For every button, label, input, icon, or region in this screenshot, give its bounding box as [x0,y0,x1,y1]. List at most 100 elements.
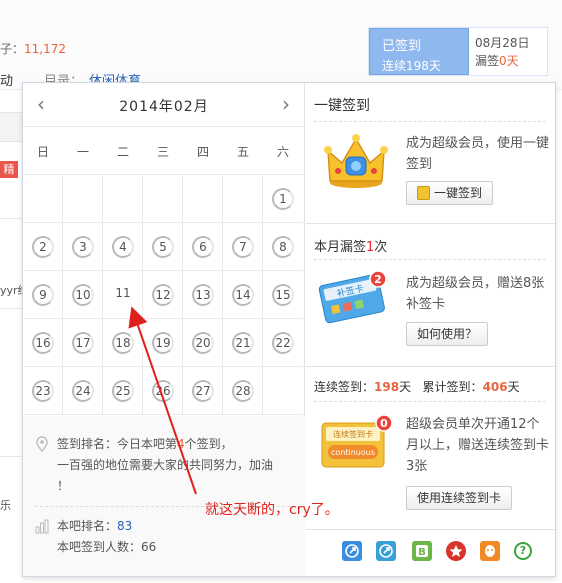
calendar-empty-cell [103,175,143,223]
divider [0,308,24,309]
makeup-card-icon: 补签卡 2 [318,269,392,325]
sign-side-panel: 一键签到 成为超级会员，使用一键签到 一键签到 本月漏签1次 补签卡 2 成为超… [306,83,555,576]
badge-icon[interactable]: B [412,541,432,561]
star-icon[interactable] [446,541,466,561]
today-date: 08月28日 [475,36,530,50]
post-count: 子：11,172 [0,42,67,56]
crown-icon [324,131,388,191]
signed-day-number: 3 [72,236,94,258]
calendar-day[interactable]: 26 [143,367,183,415]
toolbar-strip [0,112,24,142]
signed-day-number: 12 [152,284,174,306]
continuous-card-sub: continuous [331,448,375,457]
how-to-use-button[interactable]: 如何使用？ [406,322,489,346]
signed-day-number: 13 [192,284,214,306]
calendar-day[interactable]: 9 [23,271,63,319]
weekday-label: 三 [156,145,169,159]
calendar-day[interactable]: 8 [263,223,303,271]
calendar-day[interactable]: 3 [63,223,103,271]
signed-day-number: 7 [232,236,254,258]
divider [314,259,546,260]
calendar-day[interactable]: 11 [103,271,143,319]
signed-day-number: 14 [232,284,254,306]
signed-day-number: 23 [32,380,54,402]
calendar-header: ‹ 2014年02月 › [23,83,305,127]
sign-date: 08月28日 漏签0天 [475,34,530,70]
signed-day-number: 24 [72,380,94,402]
calendar-day[interactable]: 20 [183,319,223,367]
calendar-day[interactable]: 22 [263,319,303,367]
nav-fragment: 动 [0,74,14,89]
section-divider [306,223,555,224]
sync-icon[interactable] [376,541,396,561]
signed-day-number: 17 [72,332,94,354]
calendar-day[interactable]: 25 [103,367,143,415]
signed-day-number: 20 [192,332,214,354]
calendar-day[interactable]: 12 [143,271,183,319]
calendar-day[interactable]: 4 [103,223,143,271]
calendar-day[interactable]: 18 [103,319,143,367]
calendar-empty-cell [183,175,223,223]
signed-day-number: 9 [32,284,54,306]
tools-row: B ? [318,541,548,565]
calendar-day[interactable]: 5 [143,223,183,271]
one-click-title: 一键签到 [314,98,370,114]
next-month-button[interactable]: › [276,93,296,117]
signed-day-number: 16 [32,332,54,354]
continuous-card-icon: 连续签到卡 continuous 0 [320,413,393,473]
calendar-day[interactable]: 7 [223,223,263,271]
calendar-day[interactable]: 28 [223,367,263,415]
use-continuous-card-button[interactable]: 使用连续签到卡 [406,486,513,510]
calendar-day[interactable]: 24 [63,367,103,415]
signed-day-number: 26 [152,380,174,402]
calendar-day[interactable]: 21 [223,319,263,367]
share-icon[interactable] [342,541,362,561]
divider [314,401,546,402]
one-click-sign-button[interactable]: 一键签到 [406,181,494,205]
signed-day-number: 19 [152,332,174,354]
text-fragment: 乐 [0,499,11,512]
today-rank-text: 签到排名：今日本吧第4个签到， 一百强的地位需要大家的共同努力，加油 ！ [57,437,274,493]
calendar-day[interactable]: 10 [63,271,103,319]
weekday-label: 六 [276,145,289,159]
calendar-day[interactable]: 19 [143,319,183,367]
calendar-day[interactable]: 1 [263,175,303,223]
calendar-day[interactable]: 27 [183,367,223,415]
calendar-day[interactable]: 15 [263,271,303,319]
qq-icon[interactable] [480,541,500,561]
calendar-day[interactable]: 6 [183,223,223,271]
calendar-day[interactable]: 16 [23,319,63,367]
streak-text: 连续198天 [382,59,441,73]
signed-button[interactable]: 已签到 连续198天 [369,28,469,75]
calendar-day[interactable]: 2 [23,223,63,271]
signed-day-number: 27 [192,380,214,402]
svg-text:B: B [418,547,426,558]
signed-day-number: 15 [272,284,294,306]
section-divider [306,366,555,367]
signed-day-number: 5 [152,236,174,258]
calendar-day[interactable]: 17 [63,319,103,367]
ranking-panel: 签到排名：今日本吧第4个签到， 一百强的地位需要大家的共同努力，加油 ！ 本吧排… [23,416,305,576]
continuous-badge: 0 [380,417,388,430]
missed-count: 漏签0天 [475,54,519,68]
signed-day-number: 21 [232,332,254,354]
weekday-label: 二 [116,145,129,159]
weekday-row: 日一二三四五六 [23,127,305,175]
calendar-day[interactable]: 23 [23,367,63,415]
makeup-desc: 成为超级会员，赠送8张补签卡 [406,276,545,312]
weekday-label: 五 [236,145,249,159]
sign-status-box: 已签到 连续198天 08月28日 漏签0天 [368,27,548,76]
weekday-label: 日 [36,145,49,159]
calendar-empty-cell [223,175,263,223]
divider [0,218,24,219]
signed-day-number: 10 [72,284,94,306]
bar-chart-icon [35,518,49,534]
makeup-badge: 2 [374,273,382,286]
signed-label: 已签到 [382,39,422,54]
signed-day-number: 18 [112,332,134,354]
calendar-day[interactable]: 14 [223,271,263,319]
help-icon[interactable]: ? [514,542,532,560]
calendar-day[interactable]: 13 [183,271,223,319]
continuous-card-label: 连续签到卡 [333,429,373,439]
calendar-empty-cell [63,175,103,223]
